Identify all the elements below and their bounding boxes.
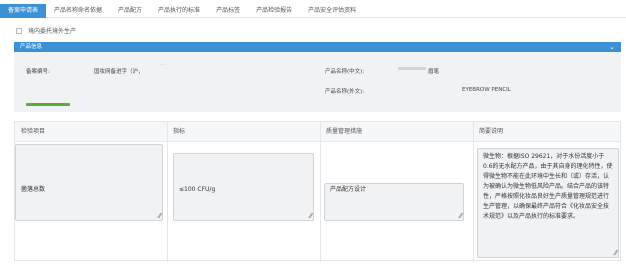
overseas-production-checkbox[interactable] (16, 27, 22, 34)
resize-grip-icon[interactable]: ⁄⁄ (159, 213, 161, 220)
table-header: 检验项目 指标 质量管理措施 简要说明 (15, 122, 620, 142)
tab-label[interactable]: 产品标签 (208, 4, 248, 18)
tab-test-report[interactable]: 产品检验报告 (248, 4, 300, 18)
indicator-field[interactable]: ≤100 CFU/g ⁄⁄ (173, 153, 314, 221)
header-indicator: 指标 (173, 128, 186, 135)
reg-no-label: 备案编号: (26, 69, 50, 75)
item-value: 菌落总数 (21, 186, 46, 193)
name-cn-suffix: 眉笔 (428, 69, 440, 75)
note-value: 微生物：根据ISO 29621，对于水份活度小于0.6的无水配方产品，由于其自身… (483, 153, 613, 220)
overseas-production-option[interactable]: 境内委托境外生产 (16, 26, 76, 35)
measure-value: 产品配方设计 (330, 186, 367, 193)
tab-formula[interactable]: 产品配方 (110, 4, 150, 18)
name-en-value: EYEBROW PENCIL (462, 87, 511, 93)
resize-grip-icon[interactable]: ⁄⁄ (615, 250, 617, 257)
redacted-name-cn (398, 67, 426, 70)
chevron-down-icon[interactable]: ⌄ (609, 42, 615, 52)
redacted-text: · ˙ˉ˙ (156, 64, 167, 70)
note-field[interactable]: 微生物：根据ISO 29621，对于水份活度小于0.6的无水配方产品，由于其自身… (477, 148, 619, 258)
tab-safety-assessment[interactable]: 产品安全评估资料 (300, 4, 364, 18)
header-item: 检验项目 (21, 128, 46, 135)
inspection-table: 检验项目 指标 质量管理措施 简要说明 菌落总数 ⁄⁄ ≤100 CFU/g ⁄… (14, 121, 621, 262)
name-cn-label: 产品名称(中文): (325, 69, 365, 75)
header-measure: 质量管理措施 (326, 128, 363, 135)
tab-standards[interactable]: 产品执行的标准 (150, 4, 208, 18)
section-title: 产品信息 (20, 44, 43, 50)
indicator-value: ≤100 CFU/g (179, 186, 216, 193)
resize-grip-icon[interactable]: ⁄⁄ (310, 213, 312, 220)
item-field[interactable]: 菌落总数 ⁄⁄ (15, 144, 163, 221)
header-note: 简要说明 (479, 128, 504, 135)
name-en-label: 产品名称(外文): (325, 89, 365, 95)
tab-filing-form[interactable]: 备案申请表 (0, 4, 47, 18)
product-info-header[interactable]: 产品信息 ⌄ (14, 42, 621, 52)
tab-naming-basis[interactable]: 产品名称命名依据 (46, 4, 110, 18)
product-info-panel (14, 52, 621, 112)
overseas-production-label: 境内委托境外生产 (28, 28, 77, 35)
reg-no-value: 国妆网备进字（沪， (94, 69, 144, 75)
measure-field[interactable]: 产品配方设计 ⁄⁄ (324, 183, 464, 221)
resize-grip-icon[interactable]: ⁄⁄ (460, 213, 462, 220)
tab-bar: 备案申请表 产品名称命名依据 产品配方 产品执行的标准 产品标签 产品检验报告 … (0, 4, 626, 18)
progress-indicator (26, 103, 70, 106)
